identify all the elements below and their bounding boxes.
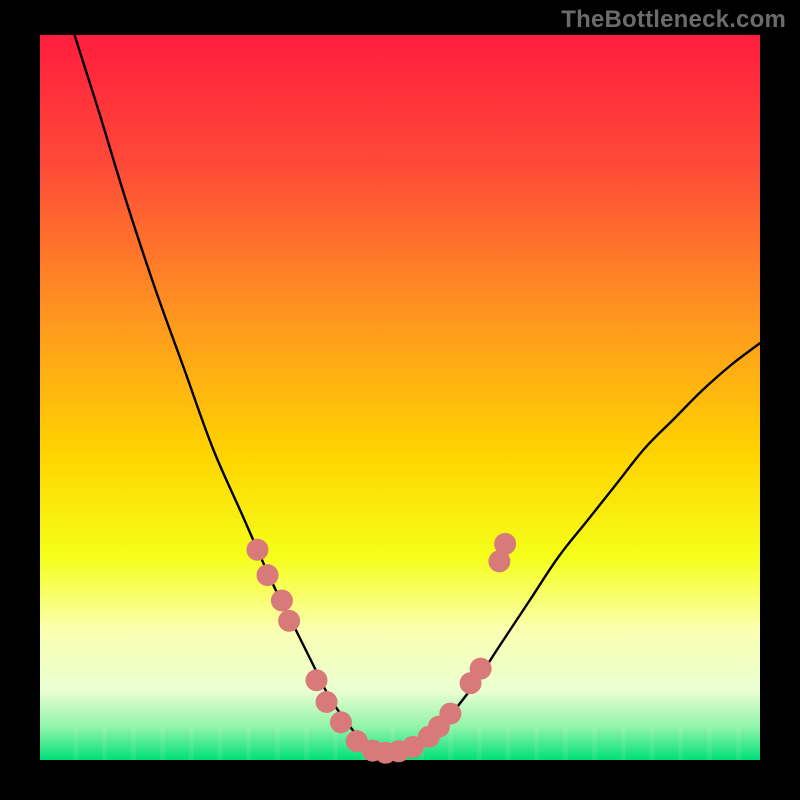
curve-marker bbox=[257, 564, 279, 586]
curve-marker bbox=[246, 539, 268, 561]
chart-stage: TheBottleneck.com bbox=[0, 0, 800, 800]
curve-marker bbox=[305, 669, 327, 691]
curve-marker bbox=[271, 590, 293, 612]
plot-background bbox=[40, 35, 760, 760]
curve-marker bbox=[316, 691, 338, 713]
curve-marker bbox=[494, 533, 516, 555]
curve-marker bbox=[439, 703, 461, 725]
curve-marker bbox=[278, 610, 300, 632]
watermark-text: TheBottleneck.com bbox=[561, 6, 786, 34]
curve-marker bbox=[330, 711, 352, 733]
curve-marker bbox=[470, 658, 492, 680]
bottleneck-chart bbox=[0, 0, 800, 800]
